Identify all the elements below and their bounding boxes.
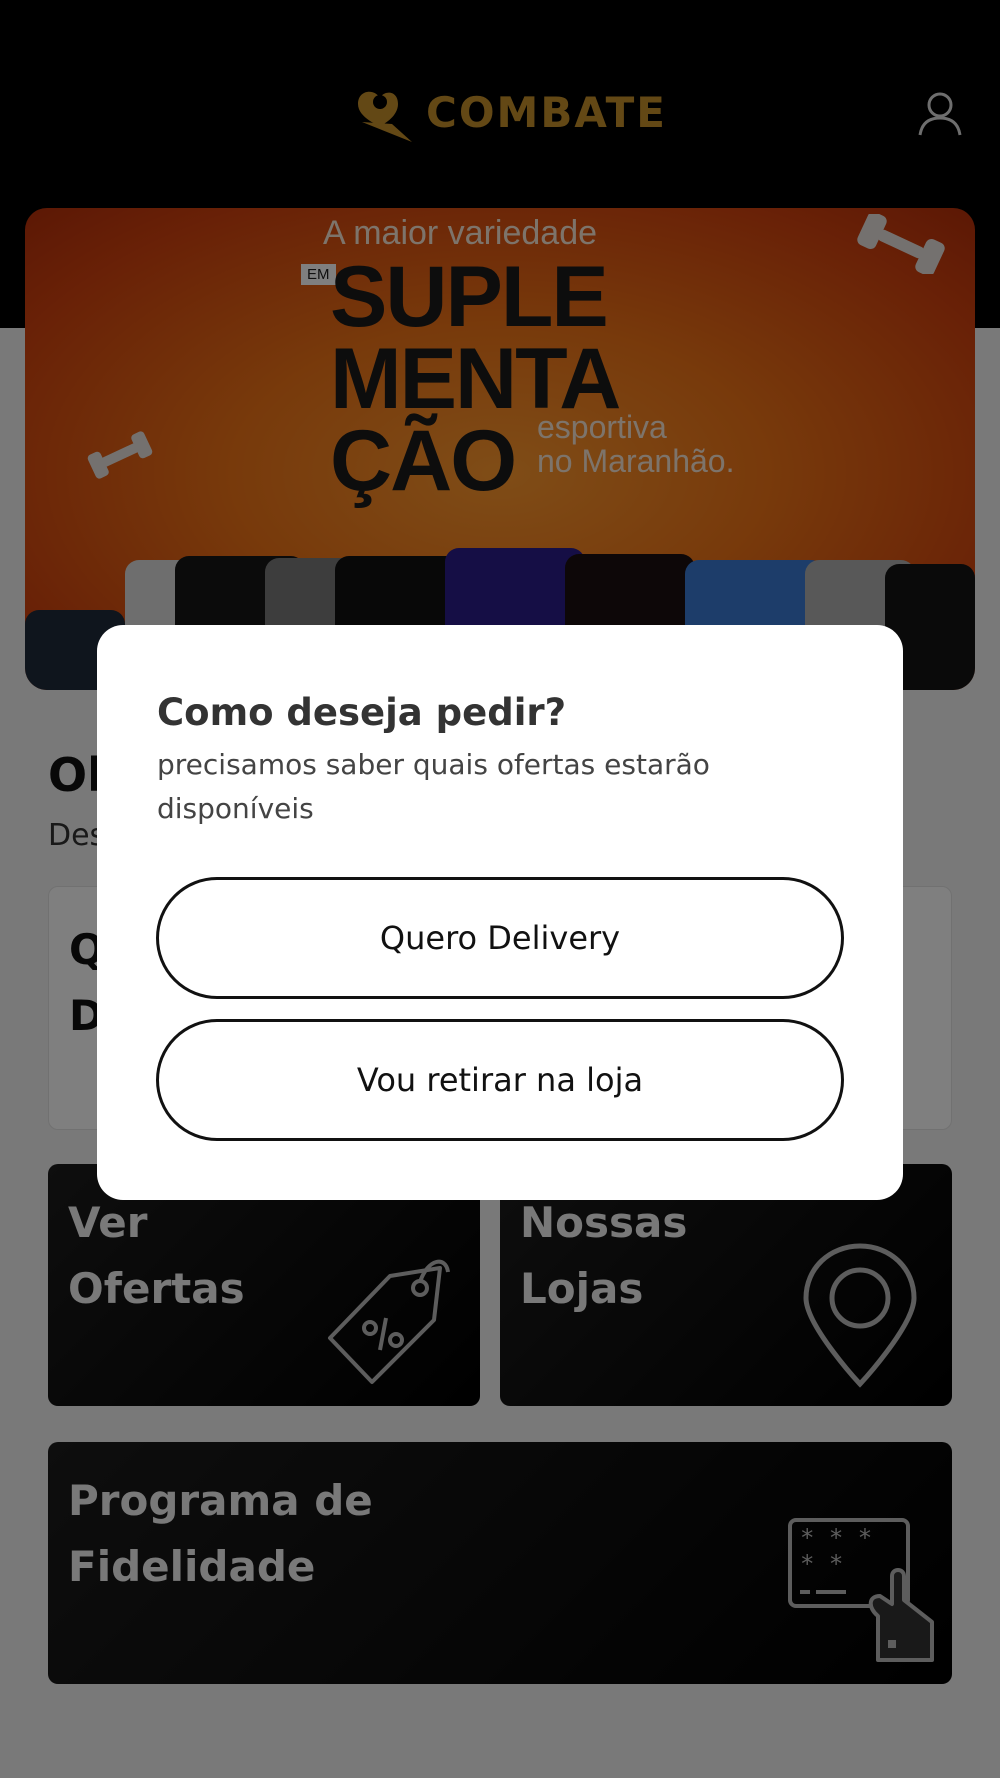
modal-subtitle: precisamos saber quais ofertas estarão d… bbox=[157, 748, 710, 825]
modal-title: Como deseja pedir? bbox=[157, 691, 567, 734]
order-method-modal: Como deseja pedir? precisamos saber quai… bbox=[97, 625, 903, 1200]
pickup-button[interactable]: Vou retirar na loja bbox=[156, 1019, 844, 1141]
delivery-button[interactable]: Quero Delivery bbox=[156, 877, 844, 999]
